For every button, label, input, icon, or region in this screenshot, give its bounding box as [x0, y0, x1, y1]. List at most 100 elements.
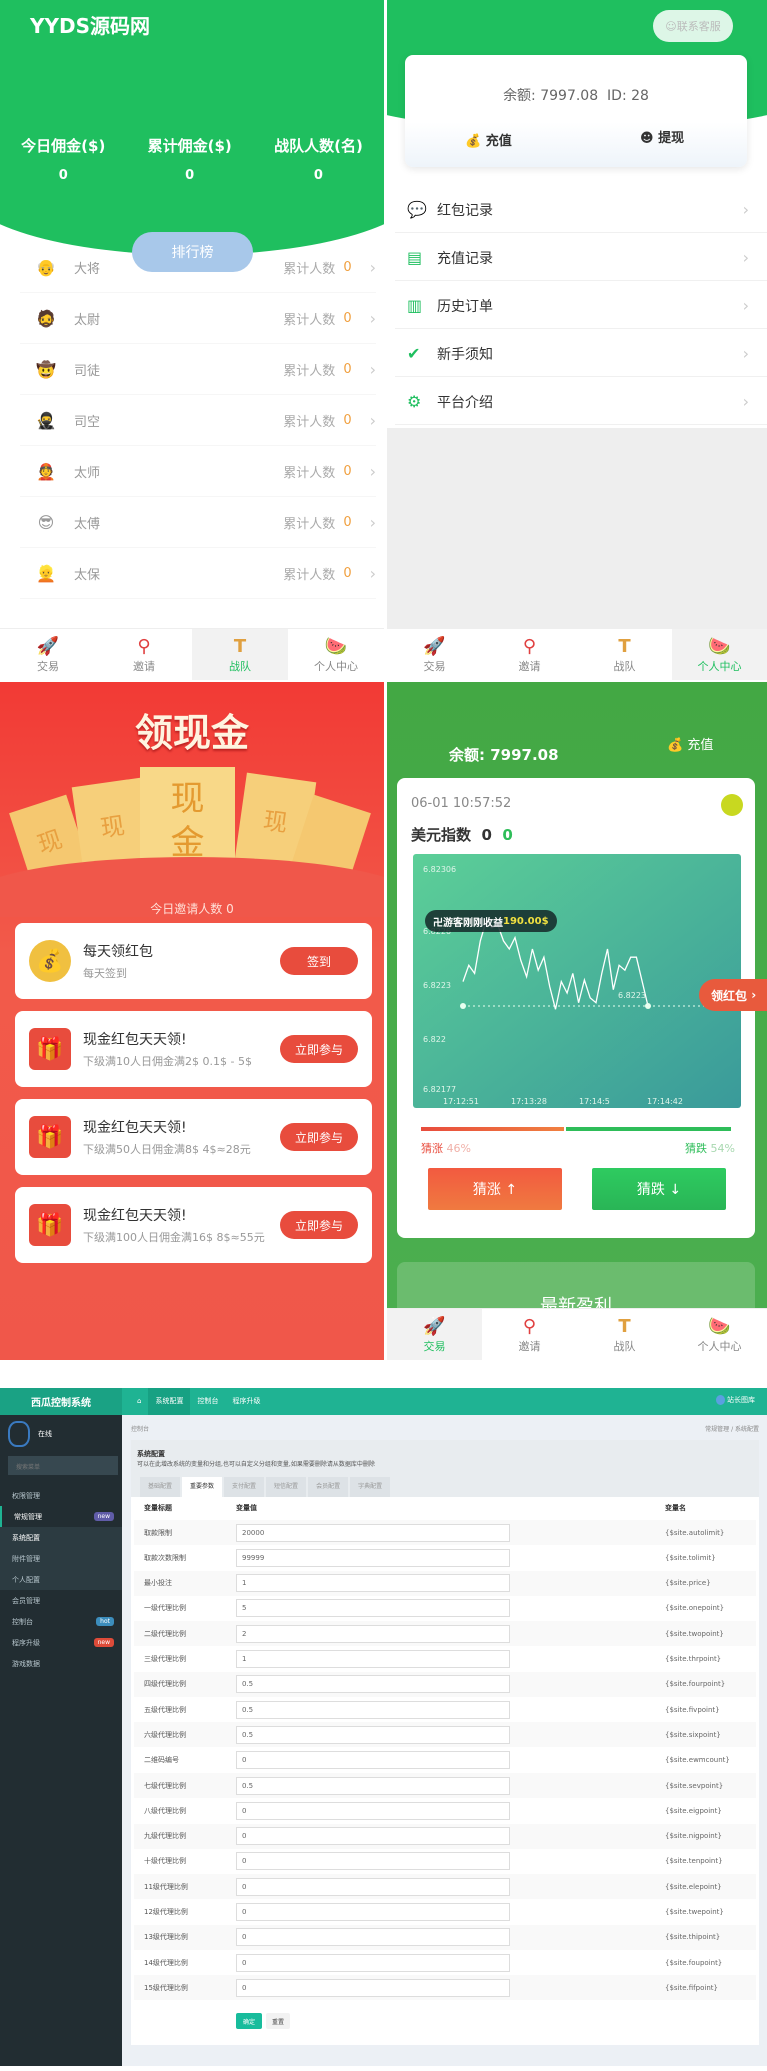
- config-value-input[interactable]: 0: [236, 1953, 510, 1972]
- config-value-input[interactable]: 0: [236, 1852, 510, 1871]
- rank-row[interactable]: 👴 大将 累计人数 0 ›: [20, 243, 376, 293]
- config-label: 13级代理比例: [144, 1933, 188, 1942]
- section-title: 系统配置: [137, 1450, 165, 1458]
- sidebar-label: 会员管理: [12, 1596, 40, 1605]
- guess-rise-button[interactable]: 猜涨 ↑: [428, 1168, 562, 1210]
- menu-item[interactable]: ✔ 新手须知 ›: [395, 331, 767, 377]
- tab-invite[interactable]: ⚲ 邀请: [96, 629, 192, 680]
- config-value-input[interactable]: 0.5: [236, 1725, 510, 1744]
- sidebar-item[interactable]: 系统配置: [0, 1527, 122, 1548]
- config-value-input[interactable]: 0: [236, 1903, 510, 1921]
- config-value-input[interactable]: 0: [236, 1801, 510, 1820]
- withdraw-button[interactable]: ☻ 提现: [640, 127, 684, 146]
- config-tab[interactable]: 会员配置: [308, 1477, 349, 1497]
- config-value-input[interactable]: 99999: [236, 1548, 510, 1567]
- trade-recharge-button[interactable]: 💰 充值: [667, 734, 713, 753]
- top-nav-item[interactable]: 程序升级: [225, 1388, 267, 1415]
- tab-profile[interactable]: 🍉 个人中心: [288, 629, 384, 680]
- config-tab[interactable]: 重要参数: [182, 1477, 223, 1497]
- sidebar-label: 游戏数据: [12, 1659, 40, 1668]
- home-icon[interactable]: ⌂: [130, 1388, 148, 1415]
- market-datetime: 06-01 10:57:52: [411, 796, 512, 811]
- config-value-input[interactable]: 20000: [236, 1523, 510, 1542]
- menu-item[interactable]: ▤ 充值记录 ›: [395, 235, 767, 281]
- rank-row[interactable]: 👱 太保 累计人数 0 ›: [20, 549, 376, 599]
- price-point: [460, 1003, 466, 1009]
- recharge-button[interactable]: 💰 充值: [465, 130, 512, 149]
- tab-team[interactable]: T 战队: [577, 1309, 672, 1360]
- support-button[interactable]: ☺ 联系客服: [653, 10, 733, 42]
- sidebar-item[interactable]: 会员管理: [0, 1590, 122, 1611]
- bottom-tab-bar: 🚀 交易 ⚲ 邀请 T 战队 🍉 个人中心: [387, 1308, 767, 1360]
- config-tab[interactable]: 字典配置: [350, 1477, 391, 1497]
- tab-team[interactable]: T 战队: [192, 629, 288, 680]
- config-value-input[interactable]: 0: [236, 1827, 510, 1846]
- symbol-price: 0: [481, 826, 492, 844]
- rank-row[interactable]: 😎 太傅 累计人数 0 ›: [20, 498, 376, 548]
- breadcrumb-left[interactable]: 控制台: [131, 1424, 149, 1433]
- tab-team[interactable]: T 战队: [577, 629, 672, 680]
- join-button[interactable]: 立即参与: [280, 1123, 358, 1151]
- sidebar-label: 程序升级: [12, 1638, 40, 1647]
- menu-label: 平台介绍: [437, 394, 493, 411]
- join-button[interactable]: 立即参与: [280, 1211, 358, 1239]
- config-value-input[interactable]: 0: [236, 1751, 510, 1770]
- top-nav-item[interactable]: 控制台: [190, 1388, 225, 1415]
- config-value-input[interactable]: 5: [236, 1599, 510, 1618]
- sidebar-item[interactable]: 控制台 hot: [0, 1611, 122, 1632]
- rank-row[interactable]: 🤠 司徒 累计人数 0 ›: [20, 345, 376, 395]
- config-value-input[interactable]: 0: [236, 1928, 510, 1947]
- sidebar-item[interactable]: 常规管理 new: [0, 1506, 122, 1527]
- tab-invite[interactable]: ⚲ 邀请: [482, 1309, 577, 1360]
- admin-screen: 西瓜控制系统 ⌂ 系统配置 控制台 程序升级 站长图库 在线 搜索菜单 权限管理 常规管…: [0, 1388, 767, 2066]
- menu-item[interactable]: ▥ 历史订单 ›: [395, 283, 767, 329]
- top-nav-item[interactable]: 系统配置: [148, 1388, 191, 1415]
- fall-label: 猜跌: [685, 1142, 708, 1155]
- sidebar-item[interactable]: 游戏数据: [0, 1653, 122, 1674]
- tab-trade[interactable]: 🚀 交易: [387, 629, 482, 680]
- sidebar-badge: new: [93, 1512, 114, 1521]
- stat-total: 累计佣金($) 0: [148, 135, 232, 183]
- y-tick-label: 6.82306: [423, 865, 456, 874]
- rank-count-label: 累计人数: [283, 262, 336, 277]
- sidebar-item[interactable]: 附件管理: [0, 1548, 122, 1569]
- config-tab[interactable]: 短信配置: [266, 1477, 307, 1497]
- submit-button[interactable]: 确定: [236, 2013, 262, 2029]
- rank-row[interactable]: 🥷 司空 累计人数 0 ›: [20, 396, 376, 446]
- tab-profile[interactable]: 🍉 个人中心: [672, 629, 767, 680]
- config-value-input[interactable]: 1: [236, 1574, 510, 1593]
- guess-fall-button[interactable]: 猜跌 ↓: [592, 1168, 726, 1210]
- config-value-input[interactable]: 0.5: [236, 1700, 510, 1719]
- tab-trade[interactable]: 🚀 交易: [0, 629, 96, 680]
- menu-item[interactable]: ⚙ 平台介绍 ›: [395, 379, 767, 425]
- tab-invite[interactable]: ⚲ 邀请: [482, 629, 577, 680]
- menu-search-input[interactable]: 搜索菜单: [8, 1456, 118, 1475]
- config-tabs: 基础配置 重要参数 支付配置 短信配置 会员配置 字典配置: [140, 1477, 392, 1497]
- config-value-input[interactable]: 2: [236, 1624, 510, 1643]
- rank-row[interactable]: 👲 太师 累计人数 0 ›: [20, 447, 376, 497]
- refresh-icon[interactable]: [721, 794, 743, 816]
- tab-trade[interactable]: 🚀 交易: [387, 1309, 482, 1360]
- check-in-button[interactable]: 签到: [280, 947, 358, 975]
- admin-user[interactable]: 站长图库: [715, 1395, 755, 1405]
- config-value-input[interactable]: 1: [236, 1650, 510, 1668]
- config-tab[interactable]: 基础配置: [140, 1477, 181, 1497]
- config-value-input[interactable]: 0.5: [236, 1776, 510, 1795]
- config-var-name: {$site.thipoint}: [665, 1933, 721, 1942]
- sidebar-item[interactable]: 个人配置: [0, 1569, 122, 1590]
- reset-button[interactable]: 重置: [266, 2013, 290, 2029]
- config-tab[interactable]: 支付配置: [224, 1477, 265, 1497]
- table-header: 变量标题 变量值 变量名: [134, 1503, 756, 1519]
- sidebar-item[interactable]: 程序升级 new: [0, 1632, 122, 1653]
- config-value-input[interactable]: 0: [236, 1978, 510, 1997]
- config-value-input[interactable]: 0.5: [236, 1675, 510, 1694]
- config-value-input[interactable]: 0: [236, 1877, 510, 1896]
- sidebar-item[interactable]: 权限管理: [0, 1485, 122, 1506]
- rank-row[interactable]: 🧔 太尉 累计人数 0 ›: [20, 294, 376, 344]
- tab-profile[interactable]: 🍉 个人中心: [672, 1309, 767, 1360]
- tab-label: 个人中心: [697, 659, 742, 673]
- red-packet-tab[interactable]: 领红包 ›: [699, 979, 767, 1011]
- join-button[interactable]: 立即参与: [280, 1035, 358, 1063]
- reward-desc: 每天签到: [83, 967, 127, 980]
- menu-item[interactable]: 💬 红包记录 ›: [395, 187, 767, 233]
